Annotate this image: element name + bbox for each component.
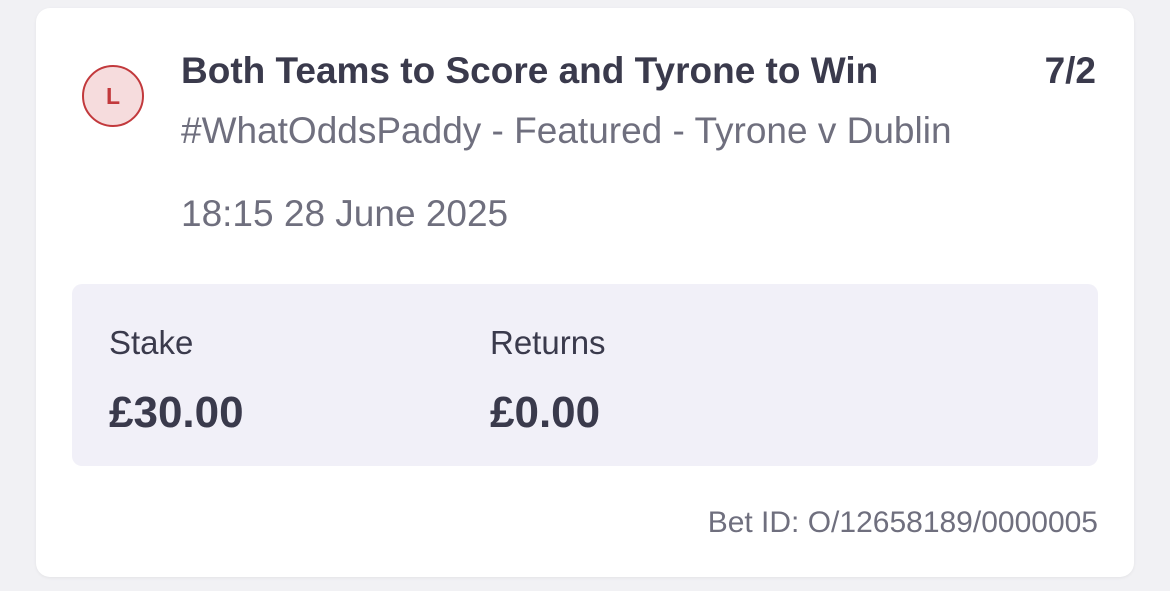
event-name: #WhatOddsPaddy - Featured - Tyrone v Dub… — [181, 110, 952, 151]
returns-value: £0.00 — [490, 388, 601, 437]
returns-label: Returns — [490, 324, 606, 361]
lost-status-badge: L — [82, 65, 144, 127]
odds-value: 7/2 — [1044, 50, 1096, 91]
stake-returns-panel: Stake £30.00 Returns £0.00 — [72, 284, 1098, 466]
bet-id: Bet ID: O/12658189/0000005 — [707, 506, 1098, 539]
stake-value: £30.00 — [109, 388, 244, 437]
status-letter: L — [105, 82, 121, 109]
event-datetime: 18:15 28 June 2025 — [181, 193, 509, 234]
selection-title: Both Teams to Score and Tyrone to Win — [181, 50, 879, 91]
stake-label: Stake — [109, 324, 194, 361]
